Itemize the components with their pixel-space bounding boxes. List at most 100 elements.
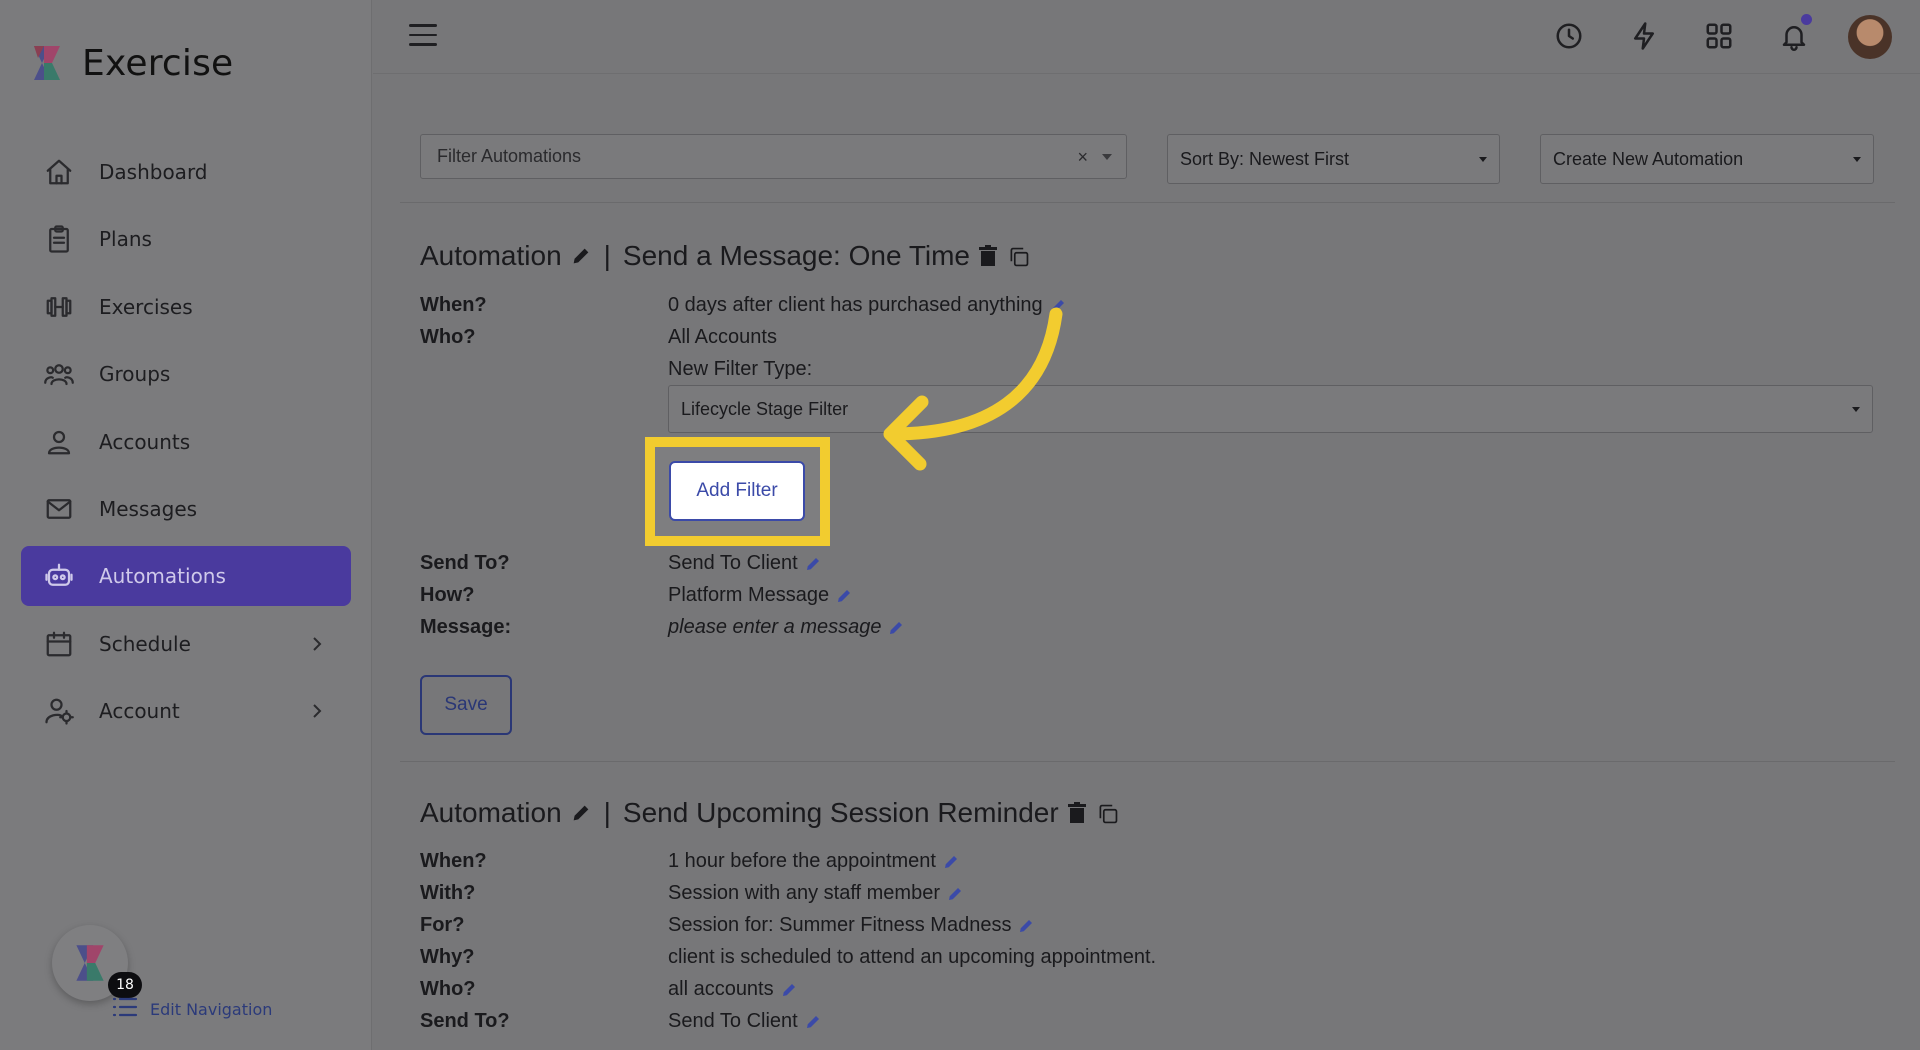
edit-pencil-icon[interactable]: [804, 555, 822, 573]
mail-icon: [43, 493, 75, 525]
sidebar-item-automations[interactable]: Automations: [21, 546, 351, 607]
save-button[interactable]: Save: [420, 675, 512, 735]
chevron-down-icon[interactable]: [1102, 154, 1112, 160]
when-value: 1 hour before the appointment: [668, 850, 960, 873]
sidebar-item-label: Automations: [99, 564, 226, 589]
who-label: Who?: [420, 978, 476, 1000]
send-to-text: Send To Client: [668, 1010, 798, 1032]
apps-grid-icon[interactable]: [1701, 18, 1737, 54]
sort-value: Sort By: Newest First: [1180, 148, 1350, 169]
menu-toggle-icon[interactable]: [409, 24, 437, 48]
dumbbell-icon: [43, 291, 75, 323]
sort-select[interactable]: Sort By: Newest First: [1167, 134, 1500, 184]
with-text: Session with any staff member: [668, 882, 940, 904]
how-label: How?: [420, 584, 475, 606]
when-label: When?: [420, 850, 487, 872]
add-filter-button[interactable]: Add Filter: [669, 461, 805, 521]
list-icon: [112, 996, 138, 1023]
sidebar-nav: Dashboard Plans Exercises Groups Account…: [21, 142, 351, 749]
clipboard-icon: [43, 223, 75, 255]
trash-icon[interactable]: [1067, 801, 1089, 825]
with-label: With?: [420, 882, 476, 904]
automation-title: Automation | Send a Message: One Time: [420, 240, 1030, 272]
lightning-icon[interactable]: [1626, 18, 1662, 54]
send-to-value: Send To Client: [668, 1010, 822, 1033]
who-value: All Accounts: [668, 326, 777, 348]
sidebar-item-accounts[interactable]: Accounts: [21, 412, 351, 472]
sidebar-item-exercises[interactable]: Exercises: [21, 277, 351, 337]
sidebar-item-label: Dashboard: [99, 160, 208, 184]
sidebar-item-label: Accounts: [99, 429, 191, 454]
for-label: For?: [420, 914, 465, 936]
edit-name-pencil-icon[interactable]: [570, 802, 592, 824]
logo-icon: [26, 42, 68, 84]
title-separator: |: [603, 240, 611, 271]
with-value: Session with any staff member: [668, 882, 964, 905]
when-label: When?: [420, 294, 487, 316]
why-value: client is scheduled to attend an upcomin…: [668, 946, 1157, 968]
when-value: 0 days after client has purchased anythi…: [668, 294, 1067, 317]
user-icon: [43, 426, 75, 458]
sidebar-item-label: Exercises: [99, 294, 193, 319]
edit-pencil-icon[interactable]: [804, 1013, 822, 1031]
edit-pencil-icon[interactable]: [1017, 917, 1035, 935]
who-value: all accounts: [668, 978, 798, 1001]
chevron-right-icon: [311, 703, 323, 719]
sidebar-item-groups[interactable]: Groups: [21, 344, 351, 404]
create-automation-label: Create New Automation: [1553, 148, 1744, 169]
copy-icon[interactable]: [1097, 801, 1119, 825]
users-icon: [43, 358, 75, 390]
edit-pencil-icon[interactable]: [946, 885, 964, 903]
automation-prefix: Automation: [420, 797, 562, 828]
send-to-text: Send To Client: [668, 552, 798, 574]
chevron-down-icon: [1853, 157, 1861, 162]
send-to-value: Send To Client: [668, 552, 822, 575]
divider: [400, 761, 1895, 762]
create-automation-select[interactable]: Create New Automation: [1540, 134, 1874, 184]
edit-name-pencil-icon[interactable]: [570, 245, 592, 267]
brand[interactable]: Exercise: [26, 42, 233, 84]
sidebar-item-dashboard[interactable]: Dashboard: [21, 142, 351, 202]
history-icon[interactable]: [1551, 18, 1587, 54]
app-name: Exercise: [82, 42, 234, 84]
when-text: 0 days after client has purchased anythi…: [668, 294, 1043, 316]
trash-icon[interactable]: [978, 244, 1000, 268]
edit-navigation-link[interactable]: Edit Navigation: [112, 996, 272, 1023]
home-icon: [43, 156, 75, 188]
who-label: Who?: [420, 326, 476, 348]
bell-icon[interactable]: [1776, 14, 1812, 54]
sidebar-item-messages[interactable]: Messages: [21, 479, 351, 539]
send-to-label: Send To?: [420, 1010, 510, 1032]
sidebar-item-plans[interactable]: Plans: [21, 209, 351, 269]
avatar[interactable]: [1848, 15, 1892, 59]
message-text: please enter a message: [668, 616, 882, 638]
automation-title: Automation | Send Upcoming Session Remin…: [420, 797, 1119, 829]
copy-icon[interactable]: [1008, 244, 1030, 268]
filter-automations-input[interactable]: Filter Automations ×: [420, 134, 1127, 179]
when-text: 1 hour before the appointment: [668, 850, 936, 872]
chevron-down-icon: [1852, 407, 1860, 412]
user-gear-icon: [43, 695, 75, 727]
sidebar-item-account[interactable]: Account: [21, 681, 351, 741]
filter-placeholder: Filter Automations: [437, 146, 582, 166]
filter-type-value: Lifecycle Stage Filter: [681, 398, 849, 419]
who-text: all accounts: [668, 978, 774, 1000]
why-label: Why?: [420, 946, 475, 968]
edit-pencil-icon[interactable]: [942, 853, 960, 871]
filter-type-select[interactable]: Lifecycle Stage Filter: [668, 385, 1873, 433]
chevron-right-icon: [311, 636, 323, 652]
new-filter-type-label: New Filter Type:: [668, 358, 813, 380]
sidebar-item-schedule[interactable]: Schedule: [21, 614, 351, 674]
automation-prefix: Automation: [420, 240, 562, 271]
automation-type: Send Upcoming Session Reminder: [622, 797, 1059, 828]
how-value: Platform Message: [668, 584, 853, 607]
sidebar-item-label: Messages: [99, 496, 198, 521]
edit-pencil-icon[interactable]: [835, 587, 853, 605]
chevron-down-icon: [1479, 157, 1487, 162]
clear-icon[interactable]: ×: [1077, 147, 1088, 168]
automation-toolbar: Filter Automations × Sort By: Newest Fir…: [420, 134, 1895, 184]
edit-pencil-icon[interactable]: [780, 981, 798, 999]
edit-pencil-icon[interactable]: [887, 619, 905, 637]
sidebar-item-label: Schedule: [99, 631, 191, 656]
how-text: Platform Message: [668, 584, 830, 606]
